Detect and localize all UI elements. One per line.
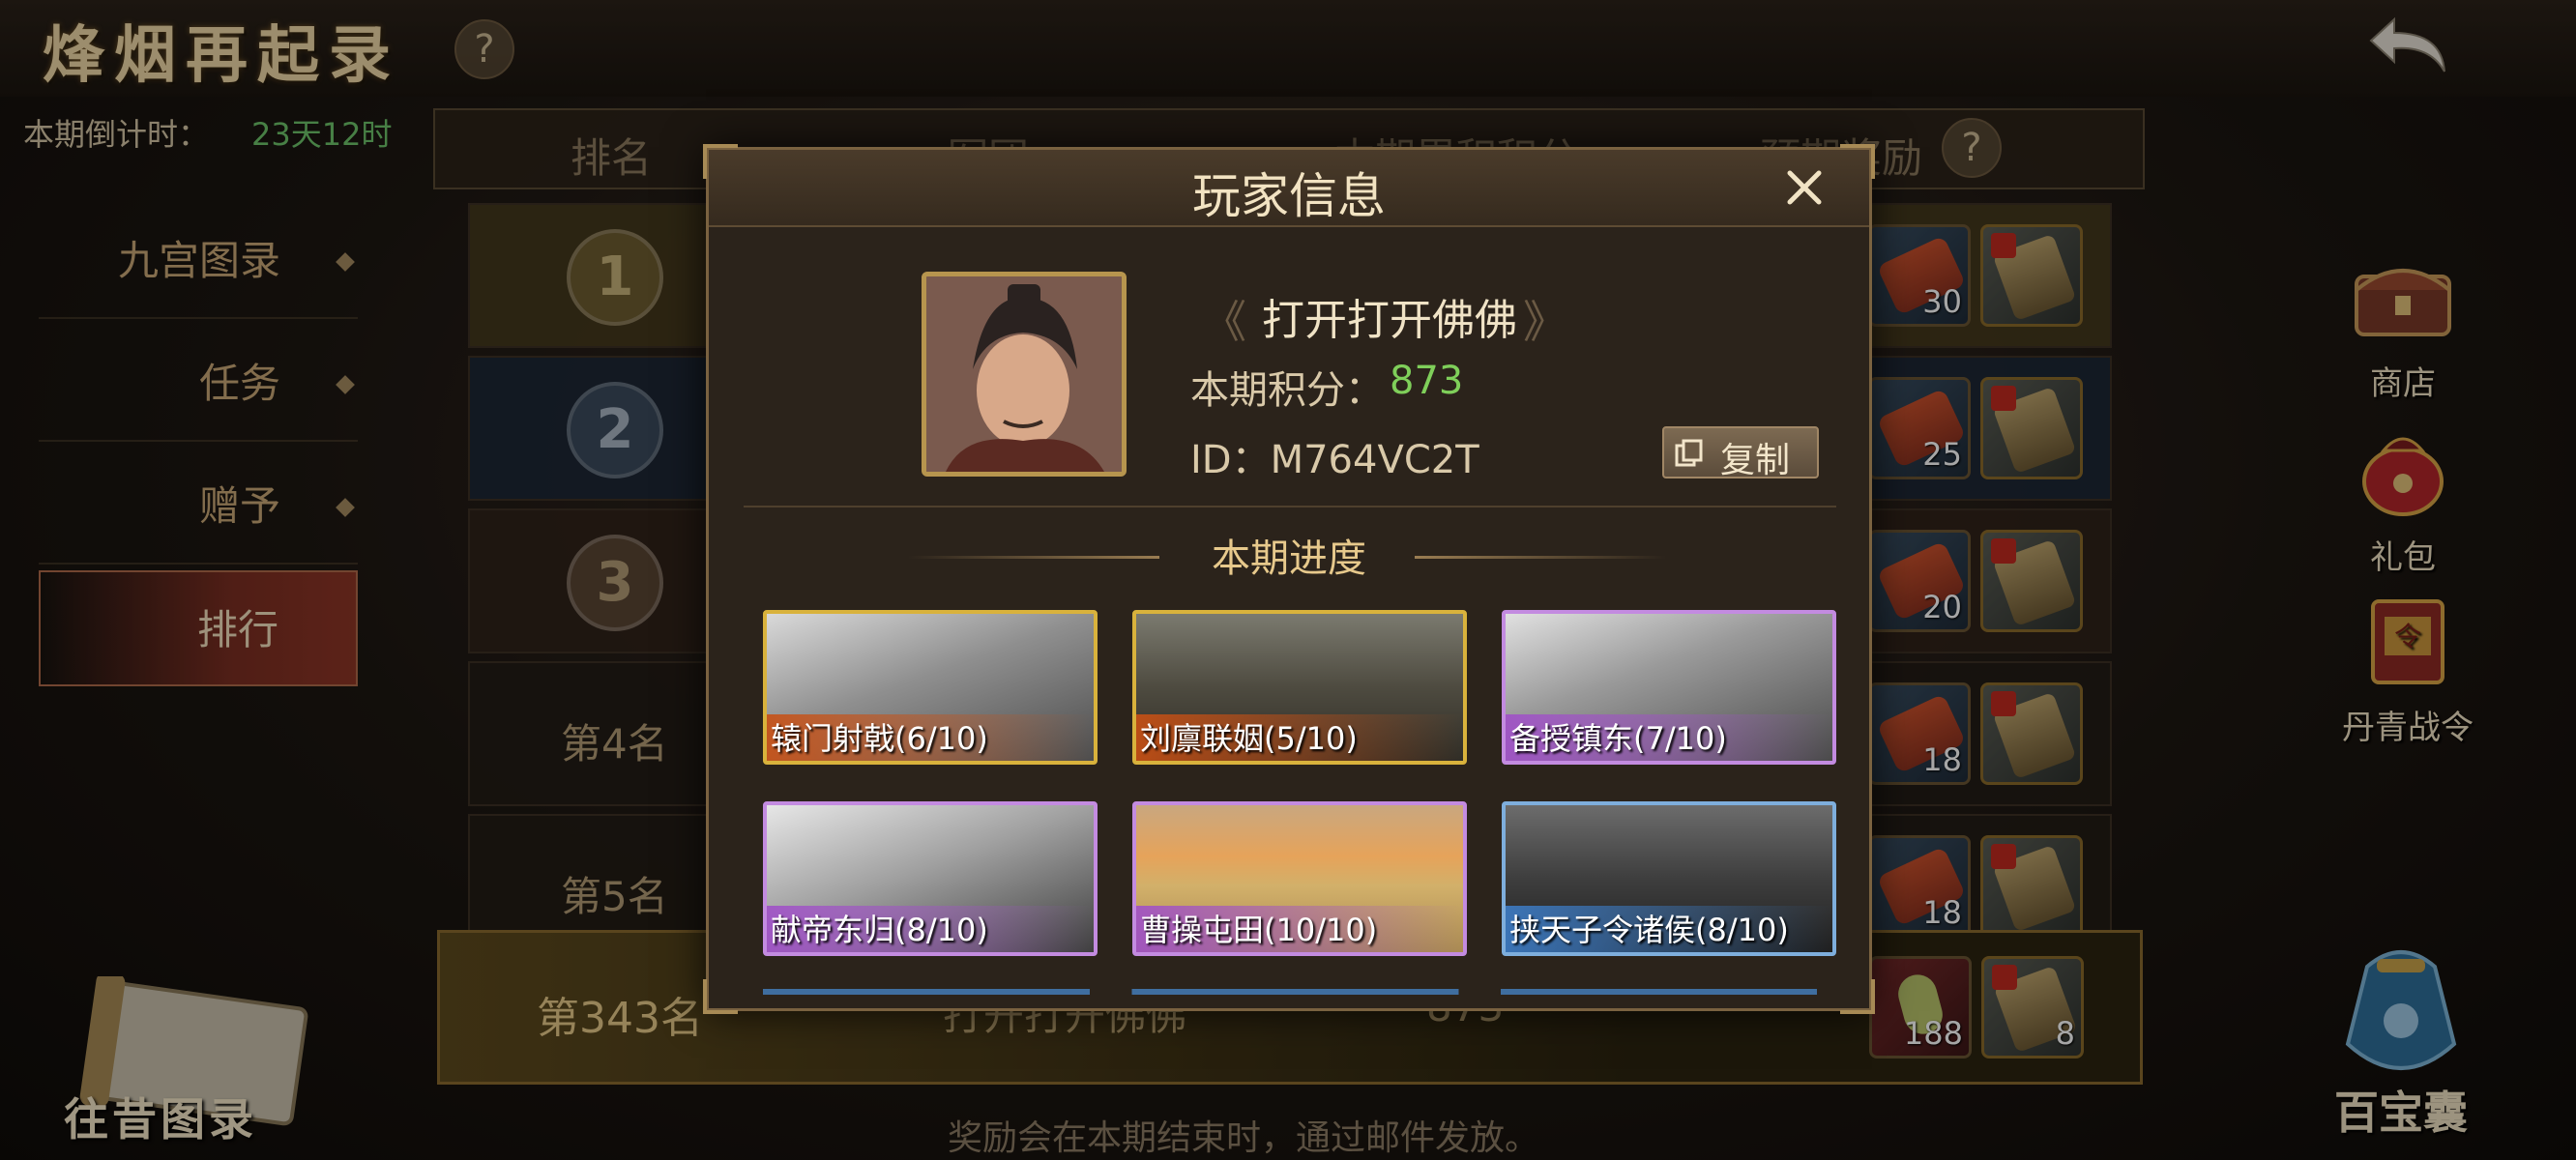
general-portrait-icon bbox=[926, 276, 1122, 472]
name-ornament-right: 》 bbox=[1523, 296, 1567, 348]
copy-icon bbox=[1675, 439, 1703, 467]
score-label: 本期积分： bbox=[1190, 368, 1384, 413]
score-value: 873 bbox=[1390, 359, 1464, 403]
progress-card[interactable]: 备授镇东(7/10) bbox=[1502, 610, 1836, 765]
divider bbox=[744, 506, 1836, 508]
progress-card[interactable]: 辕门射戟(6/10) bbox=[763, 610, 1098, 765]
progress-card[interactable]: 刘廪联姻(5/10) bbox=[1132, 610, 1467, 765]
card-label: 备授镇东(7/10) bbox=[1509, 720, 1727, 757]
close-icon[interactable] bbox=[1780, 163, 1829, 212]
card-label: 献帝东归(8/10) bbox=[771, 912, 988, 948]
player-info-modal: 玩家信息 《 打开打开佛佛 》 本期积分： 873 ID：M764VC2T 复制… bbox=[703, 144, 1875, 1014]
progress-card[interactable]: 曹操屯田(10/10) bbox=[1132, 801, 1467, 956]
corner-ornament bbox=[703, 979, 738, 1014]
card-label: 刘廪联姻(5/10) bbox=[1140, 720, 1358, 757]
copy-label: 复制 bbox=[1720, 441, 1791, 480]
progress-card[interactable]: 挟天子令诸侯(8/10) bbox=[1502, 801, 1836, 956]
player-name: 打开打开佛佛 bbox=[1262, 296, 1517, 345]
card-label: 辕门射戟(6/10) bbox=[771, 720, 988, 757]
card-label: 曹操屯田(10/10) bbox=[1140, 912, 1378, 948]
corner-ornament bbox=[1840, 979, 1875, 1014]
copy-button[interactable]: 复制 bbox=[1662, 426, 1819, 480]
modal-title: 玩家信息 bbox=[1192, 168, 1386, 224]
avatar[interactable] bbox=[922, 272, 1127, 477]
name-ornament-left: 《 bbox=[1202, 296, 1246, 348]
progress-card[interactable]: 献帝东归(8/10) bbox=[763, 801, 1098, 956]
player-id: ID：M764VC2T bbox=[1190, 438, 1479, 482]
next-row-card-edge bbox=[763, 989, 1817, 995]
card-label: 挟天子令诸侯(8/10) bbox=[1509, 912, 1789, 948]
progress-title: 本期进度 bbox=[1212, 536, 1366, 581]
